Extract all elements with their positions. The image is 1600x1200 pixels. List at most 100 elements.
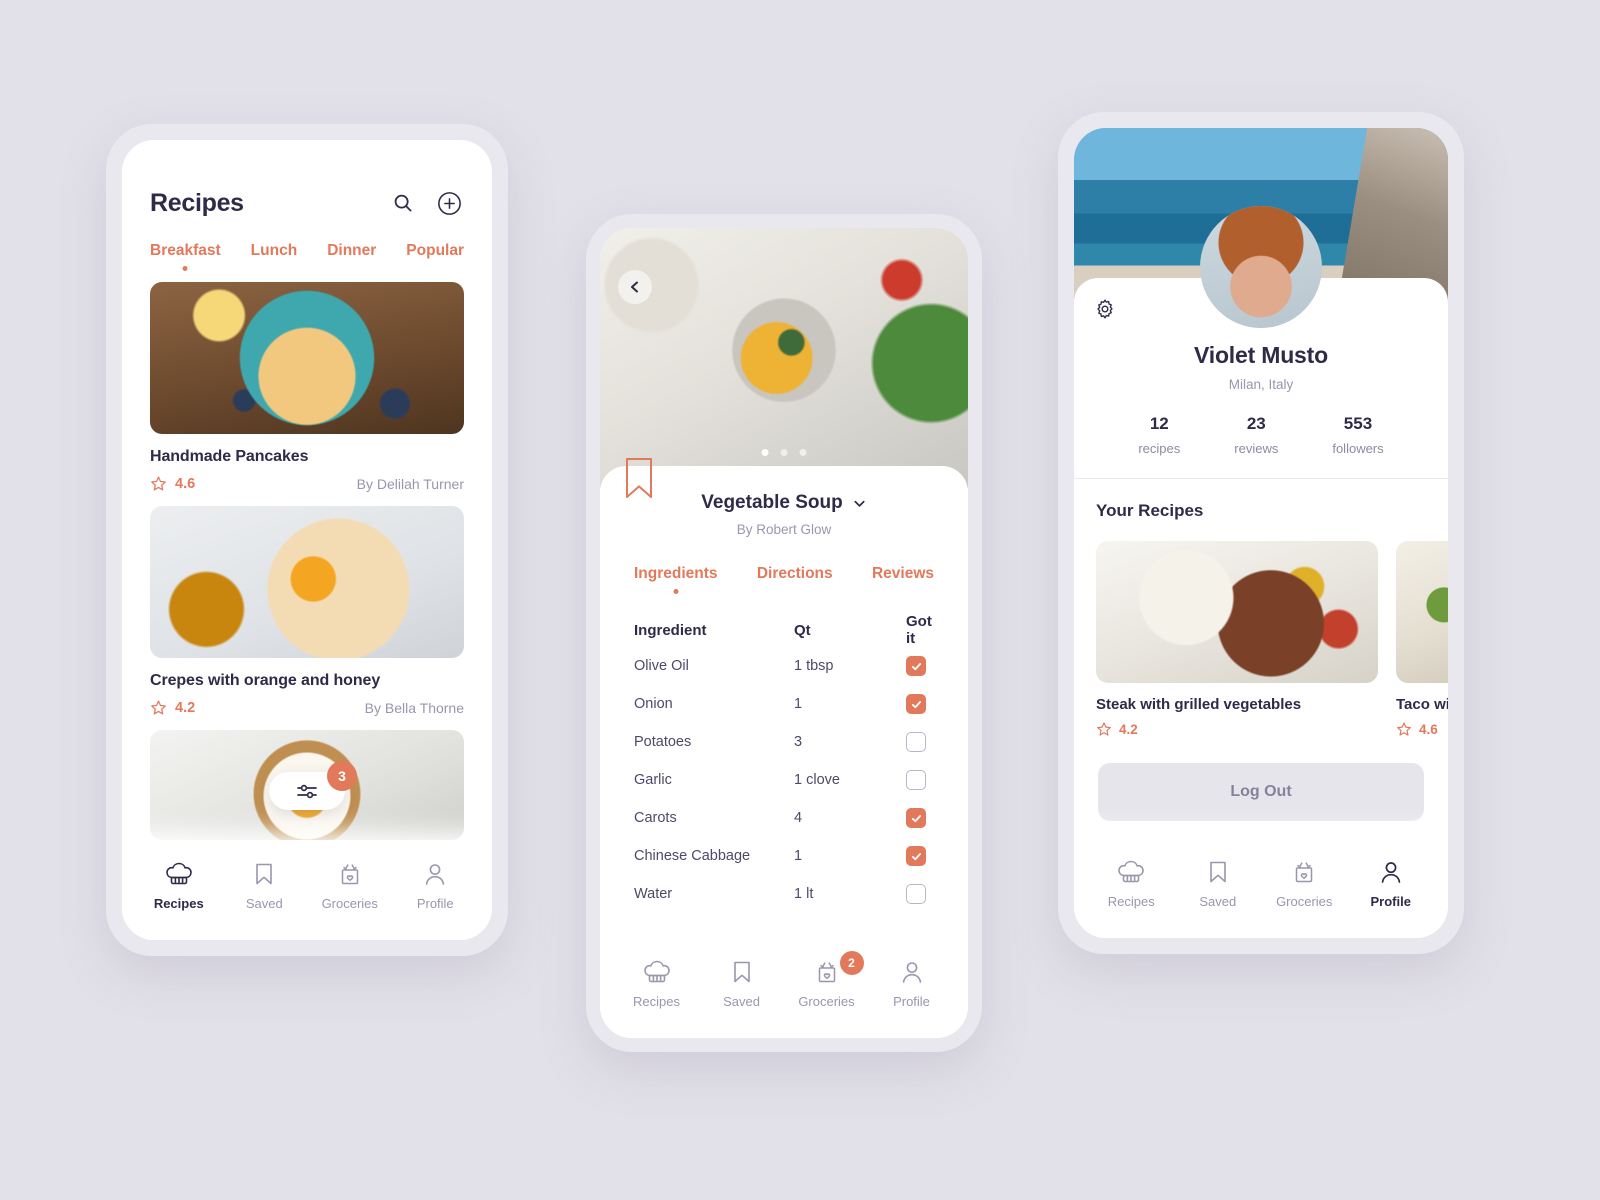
stat-label: recipes (1138, 441, 1181, 456)
tab-dinner[interactable]: Dinner (327, 242, 376, 260)
chevron-down-icon (854, 500, 865, 507)
tab-popular[interactable]: Popular (406, 242, 464, 260)
rating-value: 4.2 (175, 699, 196, 716)
checkbox-got-it[interactable] (906, 846, 926, 866)
check-icon (911, 814, 921, 822)
checkbox-got-it[interactable] (906, 770, 926, 790)
recipe-name: Steak with grilled vegetables (1096, 696, 1302, 713)
nav-label: Groceries (798, 994, 855, 1009)
rating: 4.2 (1096, 721, 1378, 737)
recipe-name: Taco wi (1396, 696, 1448, 713)
checkbox-got-it[interactable] (906, 732, 926, 752)
carousel-dots[interactable] (761, 449, 807, 456)
nav-item-groceries[interactable]: Groceries (321, 861, 379, 911)
list-item[interactable]: Handmade Pancakes 4.6 By Delilah Turner (150, 282, 464, 492)
profile-location: Milan, Italy (1228, 377, 1294, 392)
cell-ingredient: Onion (634, 696, 673, 712)
nav-item-groceries[interactable]: Groceries (1275, 859, 1333, 909)
tab-reviews[interactable]: Reviews (872, 565, 934, 583)
checkbox-got-it[interactable] (906, 884, 926, 904)
nav-label: Recipes (1107, 894, 1155, 909)
search-icon[interactable] (388, 188, 418, 218)
nav-item-groceries[interactable]: 2 Groceries (798, 951, 864, 1009)
gear-icon[interactable] (1094, 298, 1116, 325)
nav-label: Profile (893, 994, 930, 1009)
cell-qt: 3 (794, 734, 803, 750)
recipe-hero-photo (600, 228, 968, 488)
nav-item-profile[interactable]: Profile (406, 861, 464, 911)
your-recipes-carousel[interactable]: Steak with grilled vegetables 4.2 Taco w… (1074, 521, 1448, 737)
profile-stats: 12 recipes 23 reviews 553 followers (1074, 414, 1448, 456)
nav-label: Groceries (321, 896, 378, 911)
column-header-got-it: Got it (906, 613, 932, 647)
screen-recipes: Recipes Breakfast Lunch Dinner Popular H… (122, 140, 492, 940)
nav-label: Saved (1199, 894, 1237, 909)
bookmark-icon (1209, 861, 1226, 883)
stat-recipes: 12 recipes (1138, 414, 1180, 456)
detail-tabs: Ingredients Directions Reviews (600, 537, 968, 594)
table-row: Carots 4 (634, 799, 934, 837)
logout-button[interactable]: Log Out (1098, 763, 1424, 821)
nav-item-recipes[interactable]: Recipes (1102, 859, 1160, 909)
check-icon (911, 700, 921, 708)
rating: 4.6 (1396, 721, 1448, 737)
screen-recipe-detail: Vegetable Soup By Robert Glow Ingredient… (600, 228, 968, 1038)
header-actions (388, 188, 464, 218)
bookmark-outline-icon[interactable] (624, 458, 654, 507)
list-item[interactable]: Steak with grilled vegetables 4.2 (1096, 541, 1378, 737)
checkbox-got-it[interactable] (906, 808, 926, 828)
tab-ingredients[interactable]: Ingredients (634, 565, 718, 594)
section-title-your-recipes: Your Recipes (1096, 501, 1204, 520)
stat-label: followers (1332, 441, 1384, 456)
nav-item-saved[interactable]: Saved (713, 959, 771, 1009)
tab-active-dot (182, 266, 188, 271)
stat-value: 553 (1343, 414, 1373, 433)
nav-item-recipes[interactable]: Recipes (628, 959, 686, 1009)
phone-frame-recipes: Recipes Breakfast Lunch Dinner Popular H… (106, 124, 508, 956)
tab-lunch[interactable]: Lunch (251, 242, 298, 260)
star-icon (151, 476, 166, 491)
back-button[interactable] (618, 270, 652, 304)
check-icon (911, 662, 921, 670)
tab-reviews-label: Reviews (871, 565, 934, 582)
nav-label: Saved (245, 896, 283, 911)
carousel-dot (799, 449, 807, 456)
tab-breakfast[interactable]: Breakfast (150, 242, 221, 271)
nav-item-saved[interactable]: Saved (235, 861, 293, 911)
plus-circle-icon[interactable] (434, 188, 464, 218)
cell-ingredient: Carots (634, 810, 677, 826)
nav-item-saved[interactable]: Saved (1189, 859, 1247, 909)
star-icon (151, 700, 166, 715)
star-icon (1397, 722, 1411, 736)
tab-popular-label: Popular (406, 242, 464, 259)
nav-item-profile[interactable]: Profile (1362, 859, 1420, 909)
stat-value: 23 (1246, 414, 1266, 433)
nav-item-profile[interactable]: Profile (883, 959, 941, 1009)
filter-button[interactable]: 3 (269, 761, 357, 810)
stat-value: 12 (1149, 414, 1169, 433)
stat-reviews: 23 reviews (1234, 414, 1278, 456)
checkbox-got-it[interactable] (906, 656, 926, 676)
recipes-header: Recipes (122, 140, 492, 218)
chevron-left-icon (631, 281, 638, 293)
recipe-name: Crepes with orange and honey (150, 672, 381, 689)
bookmark-icon (256, 863, 273, 885)
stat-followers: 553 followers (1332, 414, 1383, 456)
recipe-title-text: Vegetable Soup (701, 492, 843, 513)
recipe-title[interactable]: Vegetable Soup (600, 492, 968, 514)
list-item[interactable]: Crepes with orange and honey 4.2 By Bell… (150, 506, 464, 716)
rating: 4.6 (150, 475, 195, 492)
checkbox-got-it[interactable] (906, 694, 926, 714)
list-item[interactable]: Taco wi 4.6 (1396, 541, 1448, 737)
nav-item-recipes[interactable]: Recipes (150, 861, 208, 911)
list-item[interactable]: 3 (150, 730, 464, 840)
bottom-nav: Recipes Saved Groceries Profile (122, 842, 492, 940)
grocery-bag-icon (818, 962, 835, 983)
tab-directions[interactable]: Directions (757, 565, 833, 583)
nav-label: Profile (1370, 894, 1411, 909)
table-header-row: Ingredient Qt Got it (634, 613, 934, 647)
bottom-nav: Recipes Saved Groceries Profile (1074, 840, 1448, 938)
ingredients-table: Ingredient Qt Got it Olive Oil 1 tbsp On… (634, 613, 934, 913)
category-tabs: Breakfast Lunch Dinner Popular (122, 218, 492, 271)
rating-value: 4.6 (1419, 721, 1438, 737)
